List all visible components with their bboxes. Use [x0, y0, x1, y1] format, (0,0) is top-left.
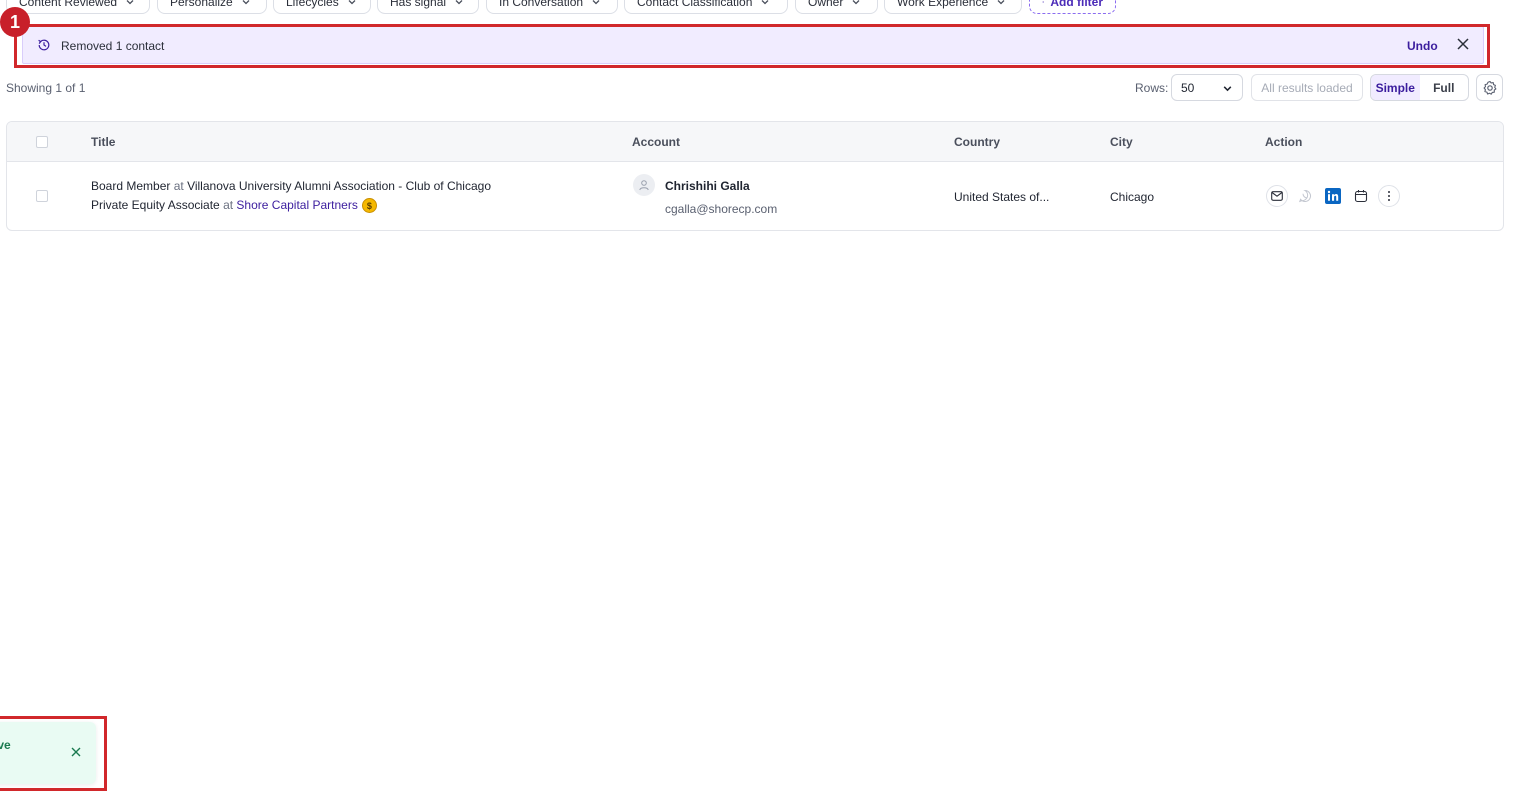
table-settings-button[interactable] — [1476, 74, 1503, 101]
rows-value: 50 — [1181, 80, 1195, 95]
at-connector: at — [219, 198, 237, 212]
chevron-down-icon — [1223, 86, 1232, 92]
chevron-down-icon — [761, 0, 769, 5]
avatar — [633, 174, 655, 196]
mail-icon — [1271, 191, 1283, 201]
annotation-marker: 1 — [0, 7, 30, 37]
title-line-2: Private Equity Associate at Shore Capita… — [91, 198, 377, 214]
country-cell: United States of... — [954, 190, 1050, 204]
filter-personalize[interactable]: Personalize — [157, 0, 267, 14]
title-line-1: Board Member at Villanova University Alu… — [91, 179, 491, 193]
job-role: Private Equity Associate — [91, 198, 220, 212]
highlight-box — [14, 24, 1490, 68]
dollar-coin-icon: $ — [361, 198, 377, 214]
column-city[interactable]: City — [1110, 135, 1133, 149]
filter-bar: Content Reviewed Personalize Lifecycles … — [0, 0, 1520, 14]
at-connector: at — [170, 179, 188, 193]
filter-label: Contact Classification — [637, 0, 753, 9]
filter-has-signal[interactable]: Has signal — [377, 0, 479, 14]
plus-icon — [1042, 1, 1045, 3]
filter-contact-classification[interactable]: Contact Classification — [624, 0, 788, 14]
toast-highlight-box — [0, 716, 107, 791]
contacts-table: Title Account Country City Action Board … — [6, 121, 1504, 231]
results-count: Showing 1 of 1 — [6, 81, 86, 95]
contact-name[interactable]: Chrishihi Galla — [665, 179, 750, 193]
company-link[interactable]: Shore Capital Partners — [236, 198, 357, 212]
column-country[interactable]: Country — [954, 135, 1000, 149]
filter-label: Personalize — [170, 0, 233, 9]
city-cell: Chicago — [1110, 190, 1155, 204]
filter-owner[interactable]: Owner — [795, 0, 878, 14]
rows-label: Rows: — [1135, 81, 1169, 95]
filter-label: Lifecycles — [286, 0, 339, 9]
select-all-checkbox[interactable] — [36, 136, 48, 148]
column-action: Action — [1265, 135, 1303, 149]
table-row[interactable]: Board Member at Villanova University Alu… — [7, 162, 1503, 230]
whatsapp-action-button[interactable] — [1294, 185, 1316, 207]
filter-label: In Conversation — [499, 0, 584, 9]
chevron-down-icon — [592, 0, 600, 5]
add-filter-label: Add filter — [1050, 0, 1103, 9]
filter-label: Content Reviewed — [19, 0, 118, 9]
gear-icon — [1483, 80, 1496, 95]
column-title[interactable]: Title — [91, 135, 115, 149]
email-action-button[interactable] — [1266, 185, 1288, 207]
user-icon — [639, 180, 649, 191]
table-header: Title Account Country City Action — [7, 122, 1503, 162]
contact-email: cgalla@shorecp.com — [665, 202, 778, 216]
more-vertical-icon — [1388, 191, 1390, 201]
chevron-down-icon — [348, 0, 356, 5]
chevron-down-icon — [997, 0, 1005, 5]
chevron-down-icon — [455, 0, 463, 5]
organization: Villanova University Alumni Association … — [187, 179, 491, 193]
filter-in-conversation[interactable]: In Conversation — [486, 0, 618, 14]
filter-lifecycles[interactable]: Lifecycles — [273, 0, 371, 14]
job-role: Board Member — [91, 179, 171, 193]
filter-content-reviewed[interactable]: Content Reviewed — [6, 0, 150, 14]
view-full-option[interactable]: Full — [1420, 75, 1469, 100]
chevron-down-icon — [852, 0, 860, 5]
linkedin-icon — [1325, 188, 1341, 204]
filter-label: Has signal — [390, 0, 447, 9]
calendar-action-button[interactable] — [1350, 185, 1372, 207]
filter-label: Work Experience — [897, 0, 989, 9]
chevron-down-icon — [242, 0, 250, 5]
chevron-down-icon — [126, 0, 134, 5]
whatsapp-icon — [1298, 189, 1311, 203]
add-filter-button[interactable]: Add filter — [1029, 0, 1116, 14]
linkedin-action-button[interactable] — [1322, 185, 1344, 207]
filter-label: Owner — [808, 0, 844, 9]
view-simple-option[interactable]: Simple — [1371, 75, 1420, 100]
all-results-loaded-button: All results loaded — [1251, 74, 1363, 101]
more-actions-button[interactable] — [1378, 185, 1400, 207]
calendar-icon — [1354, 190, 1368, 203]
row-checkbox[interactable] — [36, 190, 48, 202]
filter-work-experience[interactable]: Work Experience — [884, 0, 1022, 14]
rows-per-page-select[interactable]: 50 — [1171, 74, 1243, 101]
column-account[interactable]: Account — [632, 135, 680, 149]
view-mode-toggle: Simple Full — [1370, 74, 1469, 101]
